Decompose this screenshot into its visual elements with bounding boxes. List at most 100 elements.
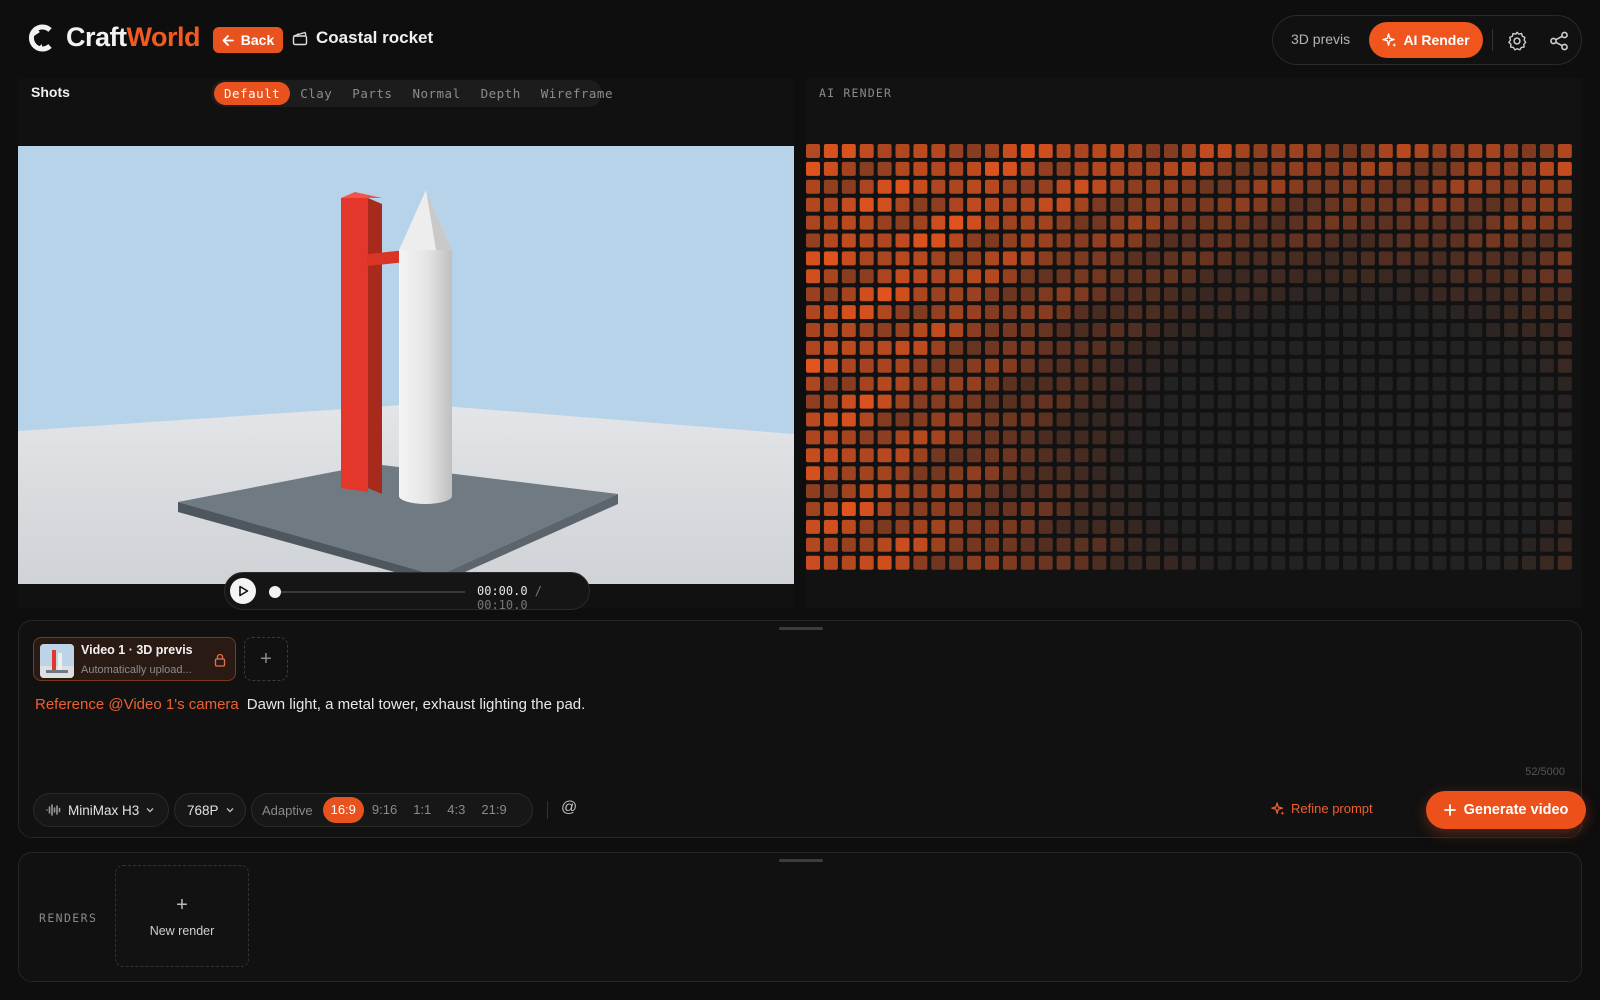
mode-3d-previs[interactable]: 3D previs xyxy=(1291,31,1350,47)
loading-tile xyxy=(841,376,856,391)
ratio-4-3[interactable]: 4:3 xyxy=(439,797,473,823)
reference-video-card[interactable]: Video 1 · 3D previs Automatically upload… xyxy=(33,637,236,681)
loading-tile xyxy=(913,555,928,570)
loading-tile xyxy=(859,502,874,516)
loading-tile xyxy=(1038,376,1053,391)
play-button[interactable] xyxy=(230,578,256,604)
loading-tile xyxy=(1396,412,1411,427)
loading-tile xyxy=(1020,430,1035,445)
loading-tile xyxy=(841,430,856,445)
tab-wireframe[interactable]: Wireframe xyxy=(531,82,623,105)
new-render-label: New render xyxy=(149,924,215,938)
add-reference-button[interactable]: + xyxy=(244,637,288,681)
loading-tile xyxy=(1360,466,1375,481)
loading-tile xyxy=(1110,144,1125,158)
loading-tile xyxy=(1146,519,1161,534)
loading-tile xyxy=(1468,323,1483,337)
prompt-input[interactable]: Reference @Video 1's camera Dawn light, a… xyxy=(35,696,585,713)
ratio-1-1[interactable]: 1:1 xyxy=(405,797,439,823)
loading-tile xyxy=(1325,502,1340,516)
loading-tile xyxy=(1092,179,1107,194)
loading-tile xyxy=(1092,502,1107,516)
loading-tile xyxy=(1539,412,1554,427)
loading-tile xyxy=(1056,394,1071,409)
loading-tile xyxy=(1181,412,1196,427)
loading-tile xyxy=(895,287,910,302)
loading-tile xyxy=(1378,430,1393,445)
refine-prompt-button[interactable]: Refine prompt xyxy=(1271,801,1373,816)
loading-tile xyxy=(806,358,820,373)
loading-tile xyxy=(1235,376,1250,391)
tab-parts[interactable]: Parts xyxy=(342,82,402,105)
loading-tile xyxy=(1414,251,1429,266)
loading-tile xyxy=(1504,484,1519,499)
shots-title: Shots xyxy=(31,84,70,100)
loading-tile xyxy=(1557,340,1572,355)
loading-tile xyxy=(1002,484,1017,499)
loading-tile xyxy=(985,412,999,427)
model-select[interactable]: MiniMax H3 xyxy=(33,793,169,827)
logo[interactable]: CraftWorld xyxy=(28,22,201,53)
loading-tile xyxy=(1271,466,1286,481)
loading-tile xyxy=(1217,161,1232,176)
ratio-21-9[interactable]: 21:9 xyxy=(473,797,514,823)
loading-tile xyxy=(1414,412,1429,427)
loading-tile xyxy=(1486,502,1501,516)
loading-tile xyxy=(1217,197,1232,212)
tab-clay[interactable]: Clay xyxy=(290,82,342,105)
tab-normal[interactable]: Normal xyxy=(402,82,470,105)
share-icon[interactable] xyxy=(1548,30,1570,52)
loading-tile xyxy=(841,537,856,552)
loading-tile xyxy=(1181,519,1196,534)
ratio-adaptive[interactable]: Adaptive xyxy=(262,803,313,818)
loading-tile xyxy=(1235,537,1250,552)
loading-tile xyxy=(985,466,999,481)
loading-tile xyxy=(1289,430,1304,445)
mode-ai-render[interactable]: AI Render xyxy=(1369,22,1483,58)
resolution-select[interactable]: 768P xyxy=(174,793,246,827)
loading-tile xyxy=(1056,251,1071,266)
loading-tile xyxy=(949,197,964,212)
loading-tile xyxy=(1414,233,1429,248)
3d-viewport[interactable] xyxy=(18,146,794,584)
loading-tile xyxy=(1522,305,1536,320)
tab-default[interactable]: Default xyxy=(214,82,291,105)
sparkle-icon xyxy=(1271,801,1285,815)
loading-tile xyxy=(1146,251,1161,266)
loading-tile xyxy=(1128,305,1143,320)
reference-mention[interactable]: Reference @Video 1's camera xyxy=(35,696,239,713)
loading-tile xyxy=(1539,519,1554,534)
loading-tile xyxy=(1396,376,1411,391)
loading-tile xyxy=(949,215,964,230)
loading-tile xyxy=(967,448,982,463)
loading-tile xyxy=(1450,197,1465,212)
back-button[interactable]: Back xyxy=(213,27,283,53)
resize-handle[interactable] xyxy=(779,859,823,862)
tab-depth[interactable]: Depth xyxy=(471,82,531,105)
loading-tile xyxy=(895,502,910,516)
lock-icon[interactable] xyxy=(214,653,226,667)
ratio-16-9[interactable]: 16:9 xyxy=(322,797,364,823)
loading-tile xyxy=(841,215,856,230)
mention-button[interactable]: @ xyxy=(561,799,577,817)
generate-video-button[interactable]: Generate video xyxy=(1426,791,1586,829)
loading-tile xyxy=(1343,161,1357,176)
loading-tile xyxy=(1038,448,1053,463)
loading-tile xyxy=(859,430,874,445)
ratio-9-16[interactable]: 9:16 xyxy=(364,797,405,823)
loading-tile xyxy=(1432,197,1447,212)
loading-tile xyxy=(1092,412,1107,427)
loading-tile xyxy=(895,519,910,534)
loading-tile xyxy=(1468,466,1483,481)
loading-tile xyxy=(806,305,820,320)
timeline-track[interactable] xyxy=(273,591,465,593)
resize-handle[interactable] xyxy=(779,627,823,630)
new-render-button[interactable]: + New render xyxy=(115,865,249,967)
loading-tile xyxy=(1271,358,1286,373)
loading-tile xyxy=(967,179,982,194)
timeline-scrubber[interactable] xyxy=(269,586,281,598)
gear-icon[interactable] xyxy=(1506,30,1528,52)
loading-tile xyxy=(1217,394,1232,409)
loading-tile xyxy=(823,484,838,499)
loading-tile xyxy=(1056,466,1071,481)
